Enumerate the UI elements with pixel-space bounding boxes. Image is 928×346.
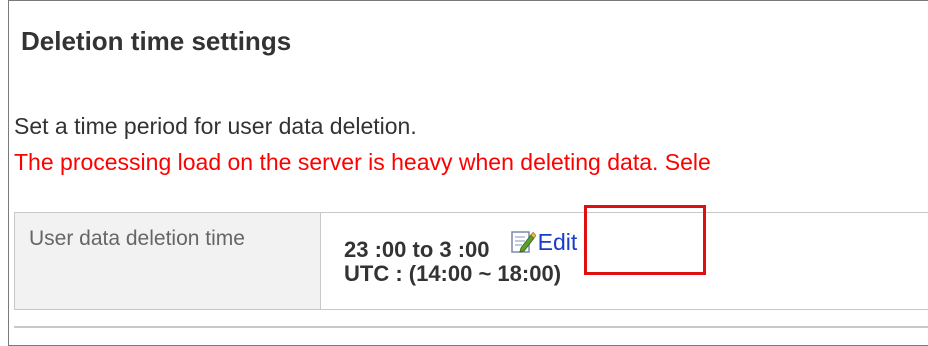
setting-label: User data deletion time — [29, 227, 245, 250]
time-range-row: 23 :00 to 3 :00 Edit — [344, 227, 928, 262]
utc-range-row: UTC : (14:00 ~ 18:00) — [344, 259, 928, 289]
section-description: Set a time period for user data deletion… — [14, 113, 417, 139]
settings-table: User data deletion time 23 :00 to 3 :00 … — [14, 212, 928, 310]
divider — [14, 326, 928, 328]
setting-label-cell: User data deletion time — [15, 213, 321, 309]
edit-label: Edit — [537, 229, 578, 255]
page-title: Deletion time settings — [21, 26, 292, 56]
utc-range-value: UTC : (14:00 ~ 18:00) — [344, 261, 562, 286]
warning-message: The processing load on the server is hea… — [14, 149, 711, 175]
setting-value-cell: 23 :00 to 3 :00 Edit UTC : (14:00 ~ 18:0… — [321, 213, 928, 309]
edit-icon — [510, 229, 537, 255]
edit-link[interactable]: Edit — [510, 227, 578, 257]
